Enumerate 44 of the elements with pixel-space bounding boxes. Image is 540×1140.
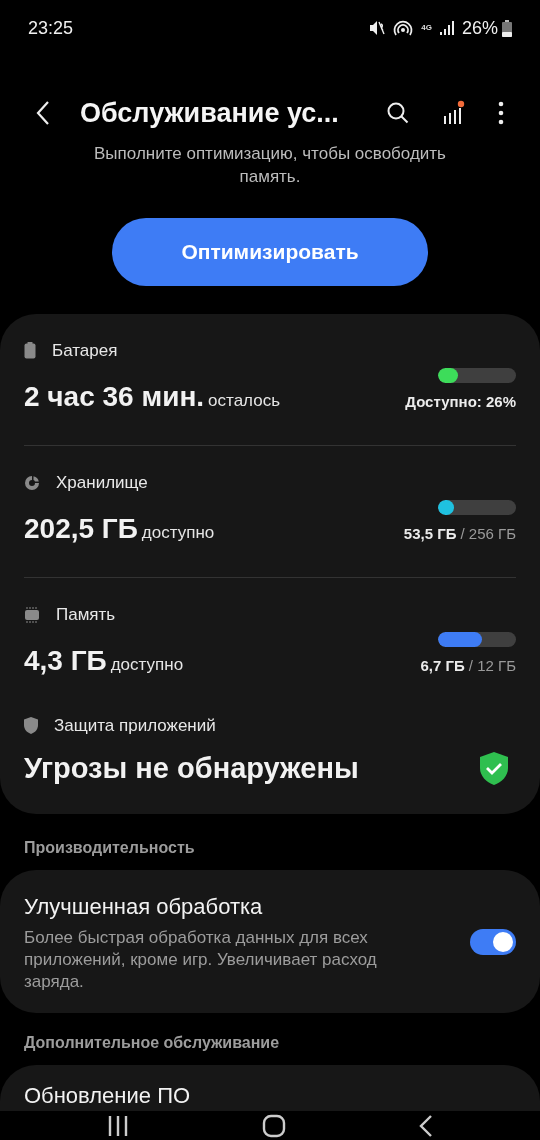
chip-icon — [24, 605, 40, 624]
battery-icon — [502, 19, 512, 37]
battery-percent: 26% — [461, 16, 498, 40]
search-icon[interactable] — [386, 101, 410, 125]
optimize-button[interactable]: Оптимизировать — [112, 218, 428, 286]
network-type: 4G — [421, 24, 432, 32]
home-icon[interactable] — [262, 1113, 286, 1138]
total-amount: / 12 ГБ — [468, 655, 516, 676]
metric-value: 202,5 ГБ — [24, 512, 138, 546]
signal-icon — [439, 21, 454, 35]
more-icon[interactable] — [498, 101, 504, 125]
metric-value: 2 час 36 мин. — [24, 380, 205, 414]
page-title: Обслуживание ус... — [80, 96, 339, 130]
metric-label: Батарея — [52, 340, 118, 362]
list-item[interactable]: Обновление ПО — [24, 1083, 516, 1109]
setting-title: Улучшенная обработка — [24, 893, 264, 921]
protection-label: Защита приложений — [54, 715, 216, 737]
back-icon — [36, 100, 50, 126]
section-heading: Дополнительное обслуживание — [23, 1033, 281, 1053]
metric-label: Хранилище — [56, 472, 148, 494]
metric-suffix: доступно — [110, 654, 184, 676]
bar-chart-icon[interactable] — [442, 100, 466, 126]
metric-suffix: доступно — [141, 522, 215, 544]
shield-icon — [24, 717, 38, 735]
total-amount: / 256 ГБ — [460, 523, 516, 544]
recent-apps-icon[interactable] — [106, 1114, 129, 1137]
used-amount: 53,5 ГБ — [403, 523, 457, 544]
metric-reading: Доступно: 26% — [405, 391, 516, 412]
toggle-switch[interactable] — [470, 928, 516, 955]
battery-icon — [24, 342, 36, 360]
section-heading: Производительность — [23, 838, 196, 858]
back-icon[interactable] — [419, 1113, 434, 1138]
used-amount: 6,7 ГБ — [420, 655, 465, 676]
optimize-hint: Выполните оптимизацию, чтобы освободить память. — [93, 143, 447, 188]
metric-value: 4,3 ГБ — [24, 644, 107, 678]
protection-status: Угрозы не обнаружены — [24, 750, 359, 786]
clock: 23:25 — [28, 16, 74, 40]
metric-label: Память — [56, 604, 116, 626]
pie-chart-icon — [24, 474, 40, 491]
mute-icon — [369, 20, 386, 36]
metric-suffix: осталось — [208, 390, 280, 412]
setting-description: Более быстрая обработка данных для всех приложений, кроме игр. Увеличивает расход заряда. — [24, 927, 378, 993]
hotspot-icon — [393, 19, 414, 37]
setting-card[interactable]: Улучшенная обработка Более быстрая обработка данных для всех приложений, кроме игр. Увеличивает расход заряда. — [0, 870, 540, 1013]
